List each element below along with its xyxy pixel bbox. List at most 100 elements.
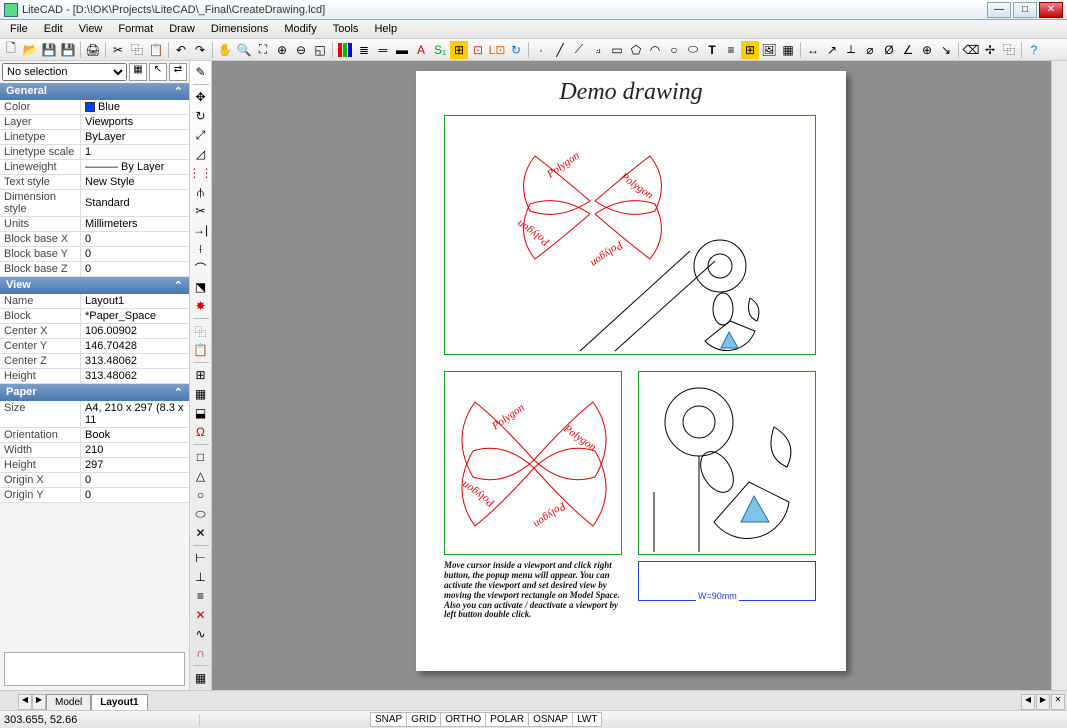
dim-center-icon[interactable]: ⊕ bbox=[918, 41, 936, 59]
property-row[interactable]: UnitsMillimeters bbox=[0, 217, 189, 232]
toggle-polar[interactable]: POLAR bbox=[485, 712, 529, 727]
linetype-icon[interactable]: ═ bbox=[374, 41, 392, 59]
block-icon[interactable]: ⊞ bbox=[741, 41, 759, 59]
move-tool-icon[interactable]: ✢ bbox=[981, 41, 999, 59]
circle-icon[interactable]: ○ bbox=[665, 41, 683, 59]
property-row[interactable]: OrientationBook bbox=[0, 428, 189, 443]
minimize-button[interactable]: — bbox=[987, 2, 1011, 18]
property-value[interactable]: 146.70428 bbox=[80, 339, 189, 353]
property-value[interactable]: ——— By Layer bbox=[80, 160, 189, 174]
property-row[interactable]: Center Y146.70428 bbox=[0, 339, 189, 354]
leader-icon[interactable]: ↘ bbox=[937, 41, 955, 59]
dim-angular-icon[interactable]: ∠ bbox=[899, 41, 917, 59]
dimstyle-icon[interactable]: ⊞ bbox=[450, 41, 468, 59]
attr-icon[interactable]: Ω bbox=[192, 423, 210, 441]
property-row[interactable]: Block base X0 bbox=[0, 232, 189, 247]
selection-pick-button[interactable]: ↖ bbox=[149, 63, 167, 81]
tab-layout1[interactable]: Layout1 bbox=[91, 694, 147, 710]
menu-view[interactable]: View bbox=[71, 21, 111, 37]
property-value[interactable]: A4, 210 x 297 (8.3 x 11 bbox=[80, 401, 189, 427]
property-row[interactable]: LayerViewports bbox=[0, 115, 189, 130]
array-icon[interactable]: ⋮⋮ bbox=[192, 164, 210, 182]
property-row[interactable]: Block*Paper_Space bbox=[0, 309, 189, 324]
menu-tools[interactable]: Tools bbox=[325, 21, 367, 37]
scroll-right-button[interactable]: ▶ bbox=[1036, 694, 1050, 710]
property-row[interactable]: Block base Z0 bbox=[0, 262, 189, 277]
explode-icon[interactable]: ✸ bbox=[192, 297, 210, 315]
maximize-button[interactable]: □ bbox=[1013, 2, 1037, 18]
ellipse-icon[interactable]: ⬭ bbox=[684, 41, 702, 59]
block-create-icon[interactable]: ⊞ bbox=[192, 366, 210, 384]
hatch-icon[interactable]: ▦ bbox=[779, 41, 797, 59]
group-icon[interactable]: ⬓ bbox=[192, 404, 210, 422]
arc-icon[interactable]: ◠ bbox=[646, 41, 664, 59]
menu-dimensions[interactable]: Dimensions bbox=[203, 21, 276, 37]
property-value[interactable]: 0 bbox=[80, 247, 189, 261]
viewport-1[interactable]: Polygon Polygon Polygon Polygon bbox=[444, 115, 816, 355]
property-row[interactable]: ColorBlue bbox=[0, 100, 189, 115]
property-row[interactable]: Height297 bbox=[0, 458, 189, 473]
property-value[interactable]: New Style bbox=[80, 175, 189, 189]
polyline-icon[interactable]: ⟓ bbox=[589, 41, 607, 59]
dim-diameter-icon[interactable]: Ø bbox=[880, 41, 898, 59]
zoom-out-icon[interactable]: ⊖ bbox=[292, 41, 310, 59]
point-icon[interactable]: · bbox=[532, 41, 550, 59]
grid-icon[interactable]: ▦ bbox=[192, 669, 210, 687]
paste-icon[interactable]: 📋 bbox=[147, 41, 165, 59]
open-icon[interactable]: 📂 bbox=[21, 41, 39, 59]
viewport-3[interactable] bbox=[638, 371, 816, 555]
menu-draw[interactable]: Draw bbox=[161, 21, 203, 37]
chamfer-icon[interactable]: ⬔ bbox=[192, 278, 210, 296]
paste-clipboard-icon[interactable]: 📋 bbox=[192, 341, 210, 359]
menu-help[interactable]: Help bbox=[366, 21, 405, 37]
extend-icon[interactable]: →| bbox=[192, 221, 210, 239]
property-value[interactable]: Viewports bbox=[80, 115, 189, 129]
property-value[interactable]: Blue bbox=[80, 100, 189, 114]
property-value[interactable]: 1 bbox=[80, 145, 189, 159]
fillet-icon[interactable]: ⌒ bbox=[192, 259, 210, 277]
copy-icon[interactable]: ⿻ bbox=[128, 41, 146, 59]
property-row[interactable]: SizeA4, 210 x 297 (8.3 x 11 bbox=[0, 401, 189, 428]
scale-icon[interactable]: ⤢ bbox=[192, 126, 210, 144]
line-icon[interactable]: ╱ bbox=[551, 41, 569, 59]
tab-next-button[interactable]: ▶ bbox=[32, 694, 46, 710]
property-value[interactable]: Millimeters bbox=[80, 217, 189, 231]
layout-icon[interactable]: L⊡ bbox=[488, 41, 506, 59]
break-icon[interactable]: ⟊ bbox=[192, 240, 210, 258]
panel-general-header[interactable]: General⌃ bbox=[0, 83, 189, 100]
copy-tool-icon[interactable]: ⿻ bbox=[1000, 41, 1018, 59]
menu-edit[interactable]: Edit bbox=[36, 21, 71, 37]
property-row[interactable]: Center X106.00902 bbox=[0, 324, 189, 339]
snap1-icon[interactable]: ⊢ bbox=[192, 549, 210, 567]
zoom-in-icon[interactable]: ⊕ bbox=[273, 41, 291, 59]
dim-linear-icon[interactable]: ↔ bbox=[804, 41, 822, 59]
undo-icon[interactable]: ↶ bbox=[172, 41, 190, 59]
property-row[interactable]: Height313.48062 bbox=[0, 369, 189, 384]
menu-file[interactable]: File bbox=[2, 21, 36, 37]
rotate-icon[interactable]: ↻ bbox=[192, 107, 210, 125]
ocircle-icon[interactable]: ○ bbox=[192, 486, 210, 504]
mirror-icon[interactable]: ◿ bbox=[192, 145, 210, 163]
xline-icon[interactable]: ⟋ bbox=[570, 41, 588, 59]
property-value[interactable]: 313.48062 bbox=[80, 354, 189, 368]
mtext-icon[interactable]: ≡ bbox=[722, 41, 740, 59]
close-button[interactable]: ✕ bbox=[1039, 2, 1063, 18]
property-value[interactable]: *Paper_Space bbox=[80, 309, 189, 323]
property-value[interactable]: 210 bbox=[80, 443, 189, 457]
property-value[interactable]: 0 bbox=[80, 262, 189, 276]
redo-icon[interactable]: ↷ bbox=[191, 41, 209, 59]
dim-aligned-icon[interactable]: ↗ bbox=[823, 41, 841, 59]
close2-icon[interactable]: ✕ bbox=[192, 524, 210, 542]
property-value[interactable]: 106.00902 bbox=[80, 324, 189, 338]
command-input[interactable] bbox=[4, 652, 185, 686]
menu-format[interactable]: Format bbox=[110, 21, 161, 37]
close-tab-button[interactable]: ✕ bbox=[1051, 694, 1065, 710]
dim-radius-icon[interactable]: ⌀ bbox=[861, 41, 879, 59]
hatch2-icon[interactable]: ▦ bbox=[192, 385, 210, 403]
zoom-all-icon[interactable]: ◱ bbox=[311, 41, 329, 59]
property-value[interactable]: 0 bbox=[80, 232, 189, 246]
panel-view-header[interactable]: View⌃ bbox=[0, 277, 189, 294]
selection-toggle-button[interactable]: ⇄ bbox=[169, 63, 187, 81]
snap4-icon[interactable]: ✕ bbox=[192, 606, 210, 624]
offset-icon[interactable]: ⫛ bbox=[192, 183, 210, 201]
